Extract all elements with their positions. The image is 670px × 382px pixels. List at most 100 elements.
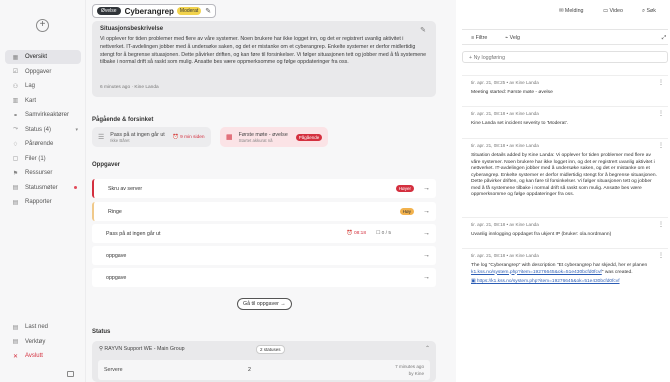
relatives-icon: ♢ <box>12 141 19 148</box>
priority-badge: Høyer <box>395 185 414 192</box>
sidebar-item-status[interactable]: ⤳ Status (4) ▾ <box>5 123 81 137</box>
download-icon: ▤ <box>12 324 19 331</box>
more-icon[interactable]: ⋮ <box>658 142 664 149</box>
edit-icon[interactable]: ✎ <box>205 7 211 15</box>
status-row[interactable]: Servere 2 7 minutes ago by Kine <box>98 360 430 380</box>
arrow-right-icon[interactable]: → <box>423 274 430 281</box>
sidebar-item-label: Verktøy <box>25 338 46 345</box>
video-button[interactable]: ▭ Video <box>603 8 623 14</box>
sidebar-item-rapporter[interactable]: ▤ Rapporter <box>5 195 81 209</box>
due-time: ⏰ 08:18 <box>346 231 366 236</box>
log-inline-link[interactable]: k1.kss.no/system.php?item=19276645&ok=51… <box>471 270 602 275</box>
log-body: The log "Cyberangrep" with description "… <box>471 263 648 275</box>
edit-description-icon[interactable]: ✎ <box>420 26 426 34</box>
task-label: Ringe <box>108 208 122 215</box>
log-toolbar: ≡ Filtre ⌁ Velg ⤢ <box>462 29 668 45</box>
meetings-icon: ▤ <box>12 185 19 191</box>
sidebar-item-filer[interactable]: ▢ Filer (1) <box>5 152 81 166</box>
sidebar-item-label: Statusmøter <box>25 184 58 191</box>
log-link[interactable]: ▣ https://k1.kss.no/system.php?item=1927… <box>471 279 659 284</box>
log-entry: tir. apr. 21, 08:18 • av Kine Landa Situ… <box>462 138 668 203</box>
sidebar: + ▦ Oversikt ☑ Oppgaver ⚇ Lag ▥ Kart ⚭ Samvir… <box>0 0 86 382</box>
sidebar-item-lag[interactable]: ⚇ Lag <box>5 79 81 93</box>
message-button[interactable]: ✉ Melding <box>559 8 583 14</box>
sidebar-item-label: Avslutt <box>25 353 43 359</box>
log-meta: tir. apr. 21, 08:18 • av Kine Landa <box>471 111 539 116</box>
sidebar-nav: ▦ Oversikt ☑ Oppgaver ⚇ Lag ▥ Kart ⚭ Samvirke… <box>5 50 81 210</box>
description-heading: Situasjonsbeskrivelse <box>100 26 164 32</box>
chevron-down-icon: ▾ <box>75 126 78 133</box>
sidebar-item-statusmoter[interactable]: ▤ Statusmøter <box>5 181 81 195</box>
sidebar-item-oversikt[interactable]: ▦ Oversikt <box>5 50 81 64</box>
list-icon: ☰ <box>98 134 105 141</box>
arrow-right-icon[interactable]: → <box>423 208 430 215</box>
ongoing-item-sub: Startet akkurat nå <box>238 137 273 143</box>
task-row[interactable]: oppgave → <box>92 246 436 265</box>
exit-icon: ✕ <box>12 353 19 360</box>
situation-description-card: Situasjonsbeskrivelse Vi opplever for ti… <box>92 21 436 97</box>
incident-type-badge: Øvelse <box>97 7 121 15</box>
task-label: oppgave <box>106 274 127 281</box>
incident-title-bar[interactable]: Øvelse Cyberangrep Moderat ✎ <box>92 4 217 18</box>
sidebar-item-label: Lag <box>25 83 36 89</box>
arrow-right-icon[interactable]: → <box>423 230 430 237</box>
main-content: Øvelse Cyberangrep Moderat ✎ Situasjonsb… <box>86 0 456 382</box>
task-label: Skru av server <box>108 185 143 192</box>
status-group-name: ⚲ RAYVN Support WE - Main Group <box>99 346 185 352</box>
task-row[interactable]: Pass på at ingen går ut ⏰ 08:18 ☐ 0 / 5 … <box>92 224 436 243</box>
status-heading: Status <box>92 329 111 335</box>
map-icon: ▥ <box>12 98 19 104</box>
ongoing-item[interactable]: ☰ Pass på at ingen går ut Ikke Båret ⏰ 9… <box>92 127 211 147</box>
more-icon[interactable]: ⋮ <box>658 252 664 259</box>
expand-icon[interactable]: ⤢ <box>662 35 666 42</box>
subtask-count: ☐ 0 / 5 <box>376 231 391 236</box>
more-icon[interactable]: ⋮ <box>658 221 664 228</box>
log-entry: tir. apr. 21, 08:18 • av Kine Landa Kine… <box>462 106 668 132</box>
select-button[interactable]: ⌁ Velg <box>505 35 520 41</box>
goto-tasks-button[interactable]: Gå til oppgaver → <box>237 298 292 310</box>
ongoing-item[interactable]: ▦ Første møte - øvelse Startet akkurat n… <box>220 127 329 147</box>
priority-badge: Høy <box>399 208 414 215</box>
status-name: Servere <box>104 367 123 373</box>
sidebar-item-label: Kart <box>25 97 37 104</box>
sidebar-item-avslutt[interactable]: ✕ Avslutt <box>5 349 81 363</box>
sidebar-item-last-ned[interactable]: ▤ Last ned <box>5 320 81 334</box>
sidebar-item-oppgaver[interactable]: ☑ Oppgaver <box>5 65 81 79</box>
resources-icon: ⚑ <box>12 170 19 177</box>
arrow-right-icon[interactable]: → <box>423 252 430 259</box>
more-icon[interactable]: ⋮ <box>658 110 664 117</box>
incident-title: Cyberangrep <box>124 6 174 16</box>
search-button[interactable]: ⌕ Søk <box>642 8 656 15</box>
sidebar-item-samvirkeaktorer[interactable]: ⚭ Samvirkeaktører <box>5 108 81 122</box>
overdue-tag: ⏰ 9 min siden <box>172 134 205 140</box>
ongoing-item-title: Pass på at ingen går ut <box>110 131 165 138</box>
task-row[interactable]: Skru av server Høyer → <box>92 179 436 198</box>
task-row[interactable]: oppgave → <box>92 268 436 287</box>
sidebar-item-kart[interactable]: ▥ Kart <box>5 94 81 108</box>
collapse-sidebar-icon[interactable] <box>67 371 74 377</box>
sidebar-item-ressurser[interactable]: ⚑ Ressurser <box>5 166 81 180</box>
add-icon[interactable]: + <box>36 19 49 32</box>
in-progress-badge: Pågående <box>295 133 323 141</box>
sidebar-item-parorende[interactable]: ♢ Pårørende <box>5 137 81 151</box>
filter-button[interactable]: ≡ Filtre <box>471 35 487 41</box>
status-count-badge: 2 statuses <box>256 345 285 354</box>
sidebar-item-label: Status (4) <box>25 126 52 133</box>
arrow-right-icon[interactable]: → <box>423 185 430 192</box>
sidebar-item-label: Oppgaver <box>25 68 52 75</box>
task-row[interactable]: Ringe Høy → <box>92 202 436 221</box>
chevron-up-icon[interactable]: ⌃ <box>425 345 430 352</box>
sidebar-item-verktoy[interactable]: ▤ Verktøy <box>5 335 81 349</box>
log-meta: tir. apr. 21, 08:25 • av Kine Landa <box>471 80 539 85</box>
log-body: Situation details added by Kine Landa: V… <box>471 153 657 197</box>
log-meta: tir. apr. 21, 08:18 • av Kine Landa <box>471 222 539 227</box>
new-log-input[interactable]: + Ny loggføring <box>462 51 668 63</box>
description-text: Vi opplever for tiden problemer med fler… <box>100 36 427 66</box>
severity-badge: Moderat <box>176 7 202 15</box>
more-icon[interactable]: ⋮ <box>658 79 664 86</box>
description-meta: 6 minutes ago · Kine Landa <box>100 85 159 90</box>
tasks-heading: Oppgaver <box>92 162 121 168</box>
reports-icon: ▤ <box>12 199 19 206</box>
tasks-icon: ☑ <box>12 69 19 75</box>
log-meta: tir. apr. 21, 08:18 • av Kine Landa <box>471 143 539 148</box>
